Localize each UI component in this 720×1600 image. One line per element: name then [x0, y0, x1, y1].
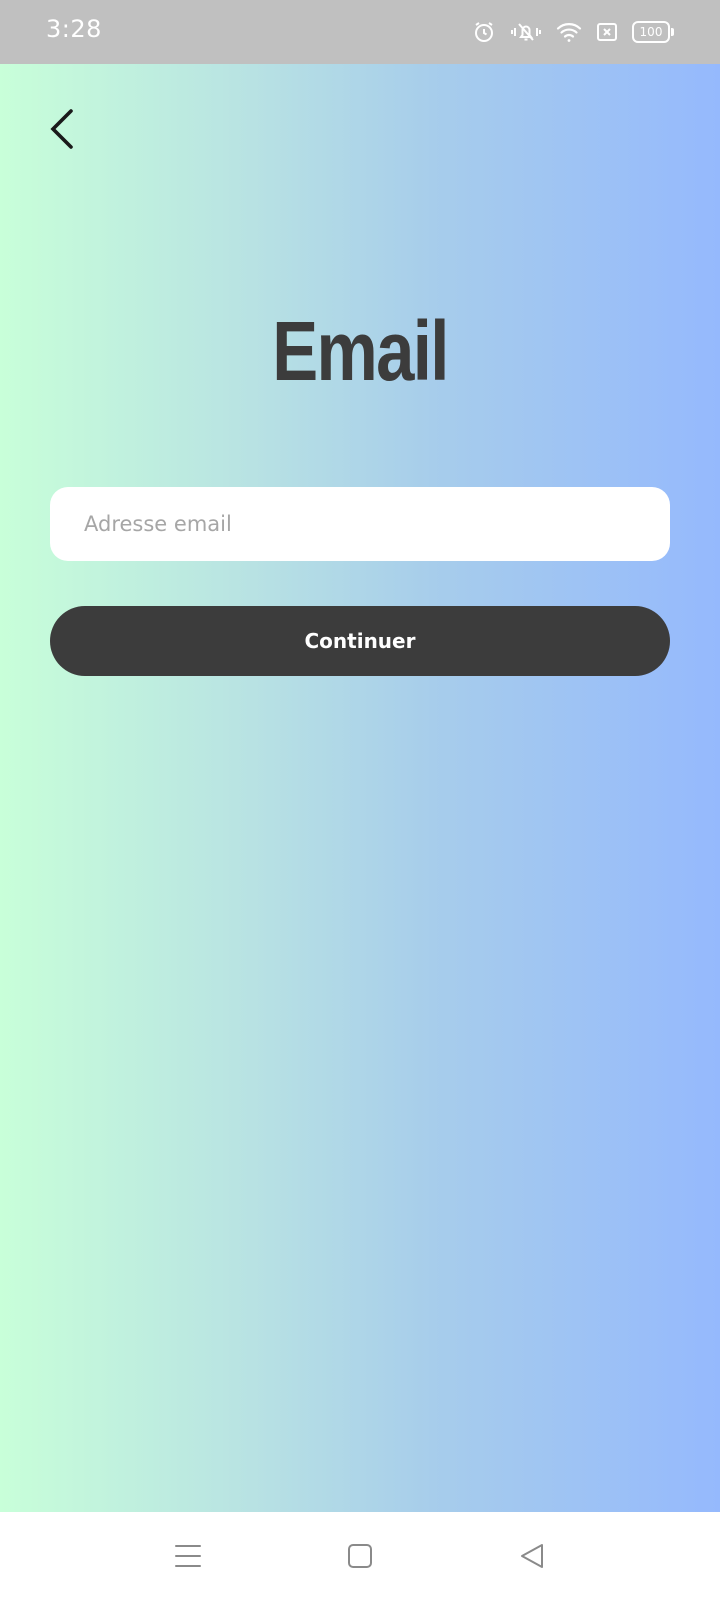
home-button[interactable] [338, 1534, 382, 1578]
sim-missing-icon [596, 20, 618, 44]
email-input[interactable] [50, 487, 670, 561]
alarm-icon [472, 20, 496, 44]
nav-back-button[interactable] [510, 1534, 554, 1578]
status-icons: 100 [472, 18, 674, 46]
battery-level: 100 [632, 21, 670, 43]
mute-vibrate-icon [510, 20, 542, 44]
page-title: Email [272, 304, 449, 398]
battery-icon: 100 [632, 21, 674, 43]
home-icon [348, 1544, 372, 1568]
status-bar: 3:28 100 [0, 0, 720, 64]
back-button[interactable] [40, 102, 84, 156]
email-field[interactable] [50, 487, 670, 561]
status-time: 3:28 [46, 15, 102, 43]
main-content: Email Continuer [0, 64, 720, 1512]
continue-button[interactable]: Continuer [50, 606, 670, 676]
navigation-bar [0, 1512, 720, 1600]
battery-tip [671, 28, 674, 36]
back-icon [521, 1544, 543, 1568]
continue-label: Continuer [304, 629, 416, 653]
wifi-icon [556, 20, 582, 44]
menu-icon [175, 1545, 201, 1567]
menu-button[interactable] [166, 1534, 210, 1578]
chevron-left-icon [50, 109, 73, 149]
